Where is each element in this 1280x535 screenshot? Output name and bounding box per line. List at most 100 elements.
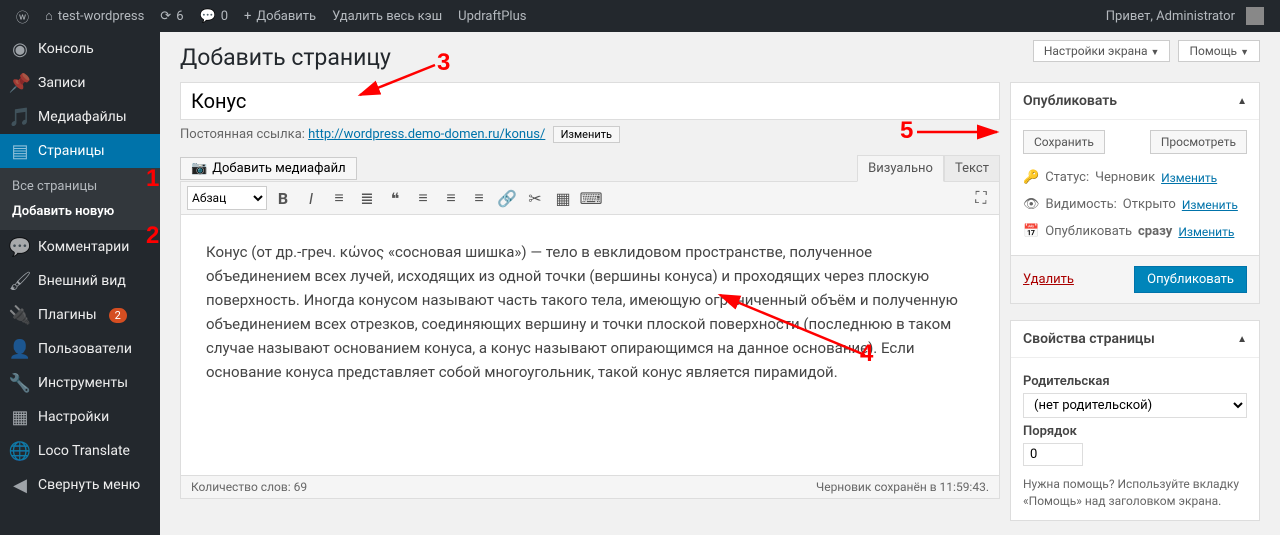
loco-icon: 🌐 <box>10 441 30 461</box>
menu-settings[interactable]: ▦Настройки <box>0 400 160 434</box>
comment-icon: 💬 <box>10 237 30 257</box>
tab-visual[interactable]: Визуально <box>857 155 944 182</box>
status-value: Черновик <box>1095 170 1155 185</box>
bold-button[interactable]: B <box>271 186 295 210</box>
submenu-pages: Все страницы Добавить новую <box>0 168 160 230</box>
calendar-icon: 📅 <box>1023 224 1039 239</box>
editor-body[interactable]: Конус (от др.-греч. κώνος «сосновая шишк… <box>181 215 999 475</box>
page-attributes-header[interactable]: Свойства страницы▲ <box>1011 321 1259 358</box>
align-center-button[interactable]: ≡ <box>439 186 463 210</box>
add-media-button[interactable]: 📷Добавить медиафайл <box>180 157 357 180</box>
menu-pages[interactable]: ▤Страницы <box>0 134 160 168</box>
page-attributes-box: Свойства страницы▲ Родительская (нет род… <box>1010 320 1260 521</box>
format-select[interactable]: Абзац <box>187 186 267 210</box>
comments-link[interactable]: 💬0 <box>192 0 237 32</box>
chevron-down-icon: ▼ <box>1240 48 1249 58</box>
schedule-edit-link[interactable]: Изменить <box>1178 225 1234 239</box>
parent-select[interactable]: (нет родительской) <box>1023 393 1247 418</box>
refresh-icon: ⟳ <box>160 9 171 24</box>
preview-button[interactable]: Просмотреть <box>1150 130 1247 154</box>
add-new-link[interactable]: +Добавить <box>236 0 324 32</box>
quote-button[interactable]: ❝ <box>383 186 407 210</box>
tab-text[interactable]: Текст <box>944 155 1000 181</box>
admin-sidebar: ◉Консоль 📌Записи 🎵Медиафайлы ▤Страницы В… <box>0 32 160 535</box>
menu-appearance[interactable]: 🖌Внешний вид <box>0 264 160 298</box>
menu-media[interactable]: 🎵Медиафайлы <box>0 100 160 134</box>
save-draft-button[interactable]: Сохранить <box>1023 130 1105 154</box>
schedule-label: Опубликовать <box>1045 224 1132 239</box>
keyboard-button[interactable]: ⌨ <box>579 186 603 210</box>
menu-dashboard[interactable]: ◉Консоль <box>0 32 160 66</box>
permalink-label: Постоянная ссылка: <box>180 127 305 142</box>
draft-saved: Черновик сохранён в 11:59:43. <box>816 480 989 494</box>
visibility-label: Видимость: <box>1046 197 1117 212</box>
site-link[interactable]: ⌂test-wordpress <box>37 0 152 32</box>
updraft-link[interactable]: UpdraftPlus <box>450 0 534 32</box>
submenu-add-page[interactable]: Добавить новую <box>0 199 160 224</box>
menu-plugins[interactable]: 🔌Плагины2 <box>0 298 160 332</box>
menu-comments[interactable]: 💬Комментарии <box>0 230 160 264</box>
media-icon: 📷 <box>191 161 207 176</box>
menu-collapse[interactable]: ◀Свернуть меню <box>0 468 160 502</box>
more-button[interactable]: ✂ <box>523 186 547 210</box>
bullet-list-button[interactable]: ≡ <box>327 186 351 210</box>
wordpress-icon: ⓦ <box>16 7 29 26</box>
fullscreen-button[interactable]: ⛶ <box>969 186 993 210</box>
order-label: Порядок <box>1023 424 1247 439</box>
parent-label: Родительская <box>1023 374 1247 389</box>
align-right-button[interactable]: ≡ <box>467 186 491 210</box>
number-list-button[interactable]: ≣ <box>355 186 379 210</box>
editor-toolbar: Абзац B I ≡ ≣ ❝ ≡ ≡ ≡ 🔗 ✂ ▦ ⌨ ⛶ <box>181 182 999 215</box>
permalink-url[interactable]: http://wordpress.demo-domen.ru/konus/ <box>308 127 545 142</box>
menu-users[interactable]: 👤Пользователи <box>0 332 160 366</box>
menu-tools[interactable]: 🔧Инструменты <box>0 366 160 400</box>
eye-icon: 👁 <box>1023 197 1040 212</box>
updates-link[interactable]: ⟳6 <box>152 0 191 32</box>
permalink-row: Постоянная ссылка: http://wordpress.demo… <box>180 126 1000 143</box>
visibility-value: Открыто <box>1123 197 1176 212</box>
chevron-up-icon: ▲ <box>1237 334 1247 345</box>
delete-link[interactable]: Удалить <box>1023 272 1074 287</box>
key-icon: 🔑 <box>1023 170 1039 185</box>
update-badge: 2 <box>109 308 127 323</box>
help-button[interactable]: Помощь▼ <box>1178 40 1260 62</box>
admin-bar: ⓦ ⌂test-wordpress ⟳6 💬0 +Добавить Удалит… <box>0 0 1280 32</box>
toolbar-toggle-button[interactable]: ▦ <box>551 186 575 210</box>
wp-logo[interactable]: ⓦ <box>8 0 37 32</box>
align-left-button[interactable]: ≡ <box>411 186 435 210</box>
schedule-value: сразу <box>1138 224 1172 239</box>
publish-button[interactable]: Опубликовать <box>1134 266 1247 293</box>
word-count: Количество слов: 69 <box>191 480 307 494</box>
pin-icon: 📌 <box>10 73 30 93</box>
wrench-icon: 🔧 <box>10 373 30 393</box>
link-button[interactable]: 🔗 <box>495 186 519 210</box>
publish-box: Опубликовать▲ Сохранить Просмотреть 🔑Ста… <box>1010 82 1260 304</box>
visibility-edit-link[interactable]: Изменить <box>1182 198 1238 212</box>
page-title-input[interactable] <box>180 82 1000 120</box>
chevron-down-icon: ▼ <box>1151 48 1160 58</box>
collapse-icon: ◀ <box>10 475 30 495</box>
attributes-help: Нужна помощь? Используйте вкладку «Помощ… <box>1023 476 1247 510</box>
submenu-all-pages[interactable]: Все страницы <box>0 174 160 199</box>
italic-button[interactable]: I <box>299 186 323 210</box>
status-label: Статус: <box>1045 170 1089 185</box>
home-icon: ⌂ <box>45 8 53 24</box>
media-icon: 🎵 <box>10 107 30 127</box>
order-input[interactable] <box>1023 443 1083 466</box>
permalink-edit-button[interactable]: Изменить <box>553 126 620 143</box>
user-greeting[interactable]: Привет, Administrator <box>1098 0 1272 32</box>
menu-posts[interactable]: 📌Записи <box>0 66 160 100</box>
screen-options-button[interactable]: Настройки экрана▼ <box>1033 40 1171 62</box>
chevron-up-icon: ▲ <box>1237 96 1247 107</box>
plus-icon: + <box>244 9 251 24</box>
settings-icon: ▦ <box>10 407 30 427</box>
avatar <box>1246 7 1264 25</box>
comment-icon: 💬 <box>200 9 216 24</box>
publish-box-header[interactable]: Опубликовать▲ <box>1011 83 1259 120</box>
user-icon: 👤 <box>10 339 30 359</box>
status-edit-link[interactable]: Изменить <box>1161 171 1217 185</box>
menu-loco[interactable]: 🌐Loco Translate <box>0 434 160 468</box>
clear-cache-link[interactable]: Удалить весь кэш <box>324 0 450 32</box>
dashboard-icon: ◉ <box>10 39 30 59</box>
editor-footer: Количество слов: 69 Черновик сохранён в … <box>181 475 999 498</box>
